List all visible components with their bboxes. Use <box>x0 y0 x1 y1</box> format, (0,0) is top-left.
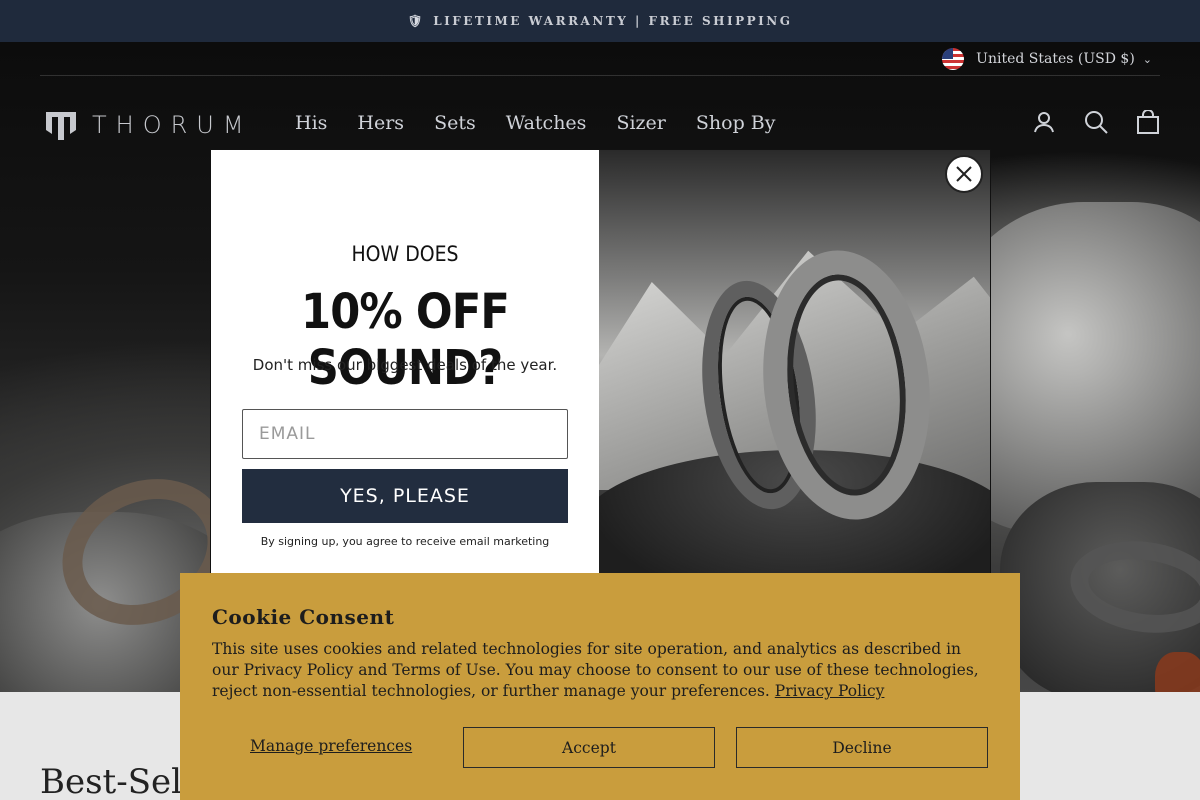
header-divider <box>40 75 1160 76</box>
us-flag-icon <box>942 48 965 70</box>
cart-icon[interactable] <box>1136 109 1160 134</box>
announcement-text: LIFETIME WARRANTY | FREE SHIPPING <box>433 14 793 28</box>
account-icon[interactable] <box>1032 110 1056 134</box>
popup-form-panel: HOW DOES 10% OFF SOUND? Don't miss our b… <box>211 150 599 578</box>
chevron-down-icon: ⌄ <box>1142 52 1152 66</box>
yes-please-button[interactable]: YES, PLEASE <box>242 469 568 523</box>
header-icons <box>1032 109 1160 134</box>
cookie-body: This site uses cookies and related techn… <box>212 639 992 702</box>
popup-subtext: Don't miss our biggest deals of the year… <box>252 356 558 374</box>
search-icon[interactable] <box>1084 110 1108 134</box>
country-selector[interactable]: United States (USD $) ⌄ <box>942 48 1152 70</box>
shield-icon: 🛡 <box>407 14 426 28</box>
popup-kicker: HOW DOES <box>351 242 459 266</box>
site-logo[interactable]: THORUM <box>44 108 253 142</box>
announcement-bar: 🛡 LIFETIME WARRANTY | FREE SHIPPING <box>0 0 1200 42</box>
nav-item-his[interactable]: His <box>295 112 327 134</box>
nav-item-sizer[interactable]: Sizer <box>616 112 665 134</box>
nav-item-hers[interactable]: Hers <box>357 112 404 134</box>
email-signup-popup: HOW DOES 10% OFF SOUND? Don't miss our b… <box>211 150 990 578</box>
close-icon[interactable] <box>945 155 983 193</box>
hero-ring-wood <box>1155 652 1200 692</box>
main-nav: His Hers Sets Watches Sizer Shop By <box>295 112 775 134</box>
privacy-policy-link[interactable]: Privacy Policy <box>775 682 885 700</box>
nav-item-shop-by[interactable]: Shop By <box>696 112 776 134</box>
cookie-title: Cookie Consent <box>212 605 395 629</box>
nav-item-sets[interactable]: Sets <box>434 112 476 134</box>
nav-item-watches[interactable]: Watches <box>506 112 587 134</box>
popup-rings-image <box>599 150 990 578</box>
logo-wordmark: THORUM <box>92 111 253 139</box>
popup-headline: 10% OFF SOUND? <box>301 284 510 396</box>
cookie-consent-banner: Cookie Consent This site uses cookies an… <box>180 573 1020 800</box>
country-label: United States (USD $) <box>976 51 1135 67</box>
accept-button[interactable]: Accept <box>463 727 715 768</box>
manage-preferences-link[interactable]: Manage preferences <box>250 737 412 755</box>
email-input[interactable] <box>242 409 568 459</box>
thorum-logo-mark <box>44 108 78 142</box>
popup-legal-text: By signing up, you agree to receive emai… <box>260 535 550 548</box>
decline-button[interactable]: Decline <box>736 727 988 768</box>
